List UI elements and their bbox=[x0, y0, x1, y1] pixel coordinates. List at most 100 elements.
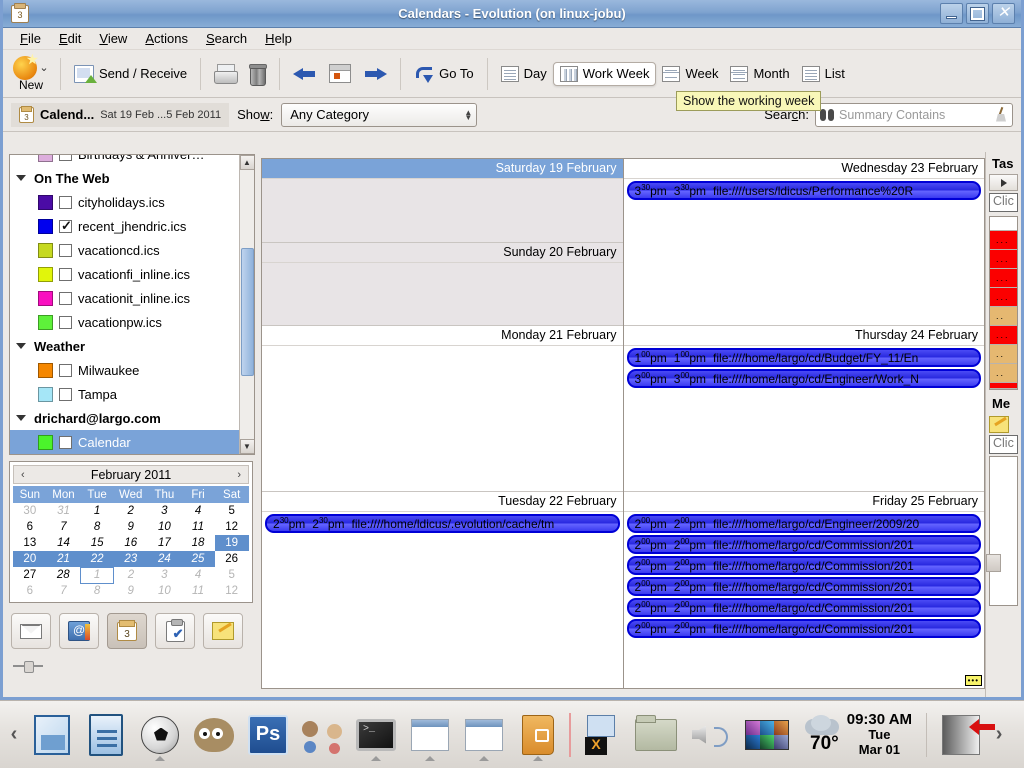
mini-calendar-day[interactable]: 24 bbox=[147, 551, 182, 567]
day-cell-thursday[interactable]: Thursday 24 February 100pm 100pm file://… bbox=[623, 326, 984, 492]
mini-calendar-day[interactable]: 17 bbox=[148, 535, 182, 551]
view-month-button[interactable]: Month bbox=[724, 63, 795, 85]
previous-button[interactable] bbox=[287, 61, 323, 87]
close-button[interactable]: ✕ bbox=[992, 3, 1015, 24]
source-list-scrollbar[interactable]: ▲ ▼ bbox=[239, 155, 254, 454]
mini-calendar-day[interactable]: 6 bbox=[13, 583, 47, 599]
taskbar-item-window-1[interactable] bbox=[404, 707, 456, 763]
taskbar-item-gimp[interactable] bbox=[188, 707, 240, 763]
source-checkbox[interactable] bbox=[59, 363, 72, 377]
mini-calendar-day[interactable]: 15 bbox=[80, 535, 114, 551]
taskbar-item-volume[interactable] bbox=[684, 707, 736, 763]
source-group-weather[interactable]: Weather bbox=[10, 334, 239, 358]
mini-calendar-day[interactable]: 6 bbox=[13, 519, 47, 535]
calendar-event[interactable]: 200pm 200pm file:////home/largo/cd/Commiss… bbox=[626, 556, 981, 575]
tasks-shortcut[interactable] bbox=[155, 613, 195, 649]
calendar-event[interactable]: 200pm 200pm file:////home/largo/cd/Commiss… bbox=[626, 577, 981, 596]
taskbar-item-folder[interactable] bbox=[630, 707, 682, 763]
taskbar-item-address-book[interactable] bbox=[512, 707, 564, 763]
mini-calendar-day[interactable]: 1 bbox=[79, 566, 115, 584]
task-row[interactable]: .. bbox=[990, 364, 1017, 383]
mini-calendar-day[interactable]: 8 bbox=[80, 519, 114, 535]
tasks-expander[interactable] bbox=[989, 174, 1018, 191]
source-item-cityholidays[interactable]: cityholidays.ics bbox=[10, 190, 239, 214]
source-checkbox[interactable] bbox=[59, 243, 72, 257]
mini-calendar-day[interactable]: 11 bbox=[181, 519, 215, 535]
tasks-new-row[interactable]: Clic bbox=[989, 193, 1018, 212]
source-item-vacationcd[interactable]: vacationcd.ics bbox=[10, 238, 239, 262]
task-row[interactable]: .. bbox=[990, 307, 1017, 326]
menu-item-view[interactable]: View bbox=[90, 29, 136, 48]
mini-calendar-day[interactable]: 12 bbox=[215, 519, 249, 535]
source-group-on-the-web[interactable]: On The Web bbox=[10, 166, 239, 190]
taskbar-item-libreoffice-writer[interactable] bbox=[80, 707, 132, 763]
mini-calendar-day[interactable]: 16 bbox=[114, 535, 148, 551]
taskbar-item-users[interactable] bbox=[296, 707, 348, 763]
task-row[interactable]: ... bbox=[990, 326, 1017, 345]
day-cell-tuesday[interactable]: Tuesday 22 February 230pm 230pm file:///… bbox=[262, 492, 623, 688]
scroll-up-button[interactable]: ▲ bbox=[239, 155, 254, 170]
mini-calendar-day[interactable]: 22 bbox=[80, 551, 114, 567]
source-checkbox[interactable] bbox=[59, 155, 72, 161]
mini-calendar-day[interactable]: 4 bbox=[181, 567, 215, 583]
mini-calendar-day[interactable]: 21 bbox=[46, 551, 81, 567]
source-checkbox[interactable] bbox=[59, 435, 72, 449]
taskbar-item-photoshop[interactable]: Ps bbox=[242, 707, 294, 763]
scrollbar-thumb[interactable] bbox=[240, 248, 254, 376]
source-item-tampa[interactable]: Tampa bbox=[10, 382, 239, 406]
mini-calendar-day[interactable]: 30 bbox=[13, 503, 47, 519]
taskbar-item-terminal[interactable] bbox=[350, 707, 402, 763]
taskbar-item-photos[interactable] bbox=[738, 707, 796, 763]
scroll-down-button[interactable]: ▼ bbox=[239, 439, 254, 454]
calendar-event[interactable]: 200pm 200pm file:////home/largo/cd/Commiss… bbox=[626, 535, 981, 554]
memo-icon[interactable] bbox=[989, 416, 1009, 433]
day-cell-saturday[interactable]: Saturday 19 February bbox=[262, 159, 623, 243]
chevron-down-icon[interactable] bbox=[16, 415, 26, 421]
menu-item-help[interactable]: Help bbox=[256, 29, 301, 48]
menu-item-edit[interactable]: Edit bbox=[50, 29, 90, 48]
mini-calendar-day[interactable]: 10 bbox=[148, 583, 182, 599]
contacts-shortcut[interactable] bbox=[59, 613, 99, 649]
taskbar-scroll-left[interactable]: ‹ bbox=[4, 723, 24, 746]
source-item-vacationfi[interactable]: vacationfi_inline.ics bbox=[10, 262, 239, 286]
view-day-button[interactable]: Day bbox=[495, 63, 553, 85]
source-item-vacationpw[interactable]: vacationpw.ics bbox=[10, 310, 239, 334]
chevron-down-icon[interactable]: ⌄ bbox=[39, 61, 48, 74]
task-row[interactable] bbox=[990, 383, 1017, 389]
print-button[interactable] bbox=[208, 61, 242, 86]
next-button[interactable] bbox=[357, 61, 393, 87]
memos-new-row[interactable]: Clic bbox=[989, 435, 1018, 454]
source-item-milwaukee[interactable]: Milwaukee bbox=[10, 358, 239, 382]
view-week-button[interactable]: Week bbox=[656, 63, 724, 85]
source-checkbox[interactable] bbox=[59, 387, 72, 401]
mini-calendar-day[interactable]: 10 bbox=[148, 519, 182, 535]
mini-calendar-day[interactable]: 31 bbox=[47, 503, 81, 519]
clock[interactable]: 09:30 AM Tue Mar 01 bbox=[841, 712, 918, 757]
mini-calendar-day[interactable]: 27 bbox=[13, 567, 47, 583]
taskbar-item-football[interactable] bbox=[134, 707, 186, 763]
prev-month-button[interactable]: ‹ bbox=[18, 469, 28, 481]
overflow-badge[interactable]: ••• bbox=[964, 675, 982, 686]
calendar-event[interactable]: 200pm 200pm file:////home/largo/cd/Commiss… bbox=[626, 619, 981, 638]
view-work-week-button[interactable]: Work Week bbox=[552, 61, 657, 86]
new-button[interactable]: ⌄ New bbox=[9, 55, 53, 92]
task-row[interactable]: ... bbox=[990, 288, 1017, 307]
mini-calendar-day[interactable]: 2 bbox=[114, 503, 148, 519]
sidebar-resize-handle[interactable] bbox=[13, 661, 43, 673]
title-bar[interactable]: 3 Calendars - Evolution (on linux-jobu) … bbox=[3, 0, 1021, 28]
source-checkbox[interactable] bbox=[59, 218, 72, 234]
mini-calendar-day[interactable]: 20 bbox=[13, 551, 47, 567]
folder-indicator[interactable]: 3 Calend... Sat 19 Feb ...5 Feb 2011 bbox=[11, 102, 230, 127]
taskbar-item-libreoffice-impress[interactable] bbox=[26, 707, 78, 763]
day-cell-monday[interactable]: Monday 21 February bbox=[262, 326, 623, 492]
category-select[interactable]: Any Category ▲ ▼ bbox=[281, 102, 478, 127]
mini-calendar-day[interactable]: 14 bbox=[47, 535, 81, 551]
calendar-event[interactable]: 330pm 330pm file:////users/ldicus/Perfor… bbox=[626, 181, 981, 200]
mini-calendar-day[interactable]: 11 bbox=[181, 583, 215, 599]
delete-button[interactable] bbox=[242, 61, 272, 87]
mail-shortcut[interactable] bbox=[11, 613, 51, 649]
source-checkbox[interactable] bbox=[59, 291, 72, 305]
source-item-calendar[interactable]: Calendar bbox=[10, 430, 239, 454]
minimize-button[interactable] bbox=[940, 3, 963, 24]
calendar-event[interactable]: 300pm 300pm file:////home/largo/cd/Engin… bbox=[626, 369, 981, 388]
